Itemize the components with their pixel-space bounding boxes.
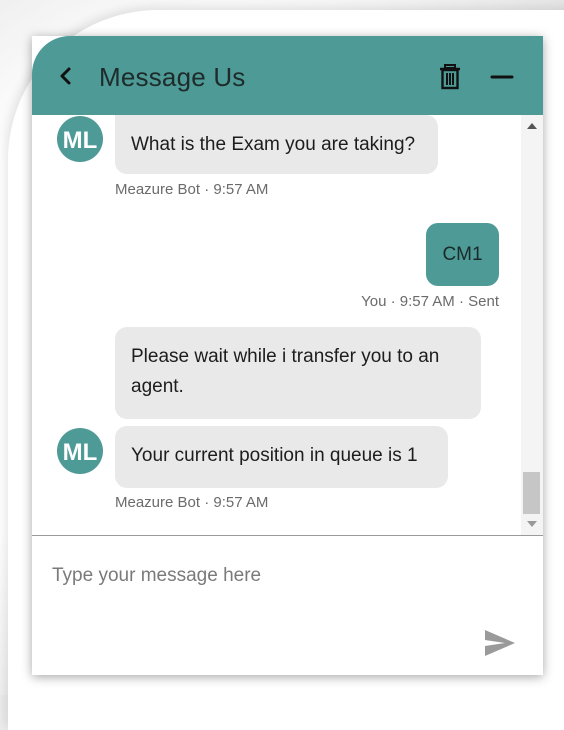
delete-conversation-button[interactable] [434, 61, 466, 93]
message-meta: Meazure Bot · 9:57 AM [115, 494, 269, 511]
user-message-bubble: CM1 [426, 223, 499, 286]
chat-widget: Message Us ML What is the Exam you are t… [32, 36, 543, 675]
message-list[interactable]: ML What is the Exam you are taking? Meaz… [32, 115, 521, 535]
message-text: What is the Exam you are taking? [131, 134, 416, 155]
back-button[interactable] [52, 62, 80, 90]
trash-icon [440, 64, 460, 90]
chat-title: Message Us [99, 62, 246, 92]
svg-text:ML: ML [63, 127, 98, 154]
chat-header: Message Us [32, 36, 543, 115]
message-scrollbar[interactable] [521, 115, 543, 535]
scroll-up-arrow[interactable] [527, 123, 537, 129]
message-meta: Meazure Bot · 9:57 AM [115, 181, 269, 198]
message-meta: You · 9:57 AM · Sent [361, 293, 499, 310]
bot-avatar-icon: ML [57, 116, 103, 162]
scroll-thumb[interactable] [523, 472, 540, 514]
minimize-icon [490, 75, 514, 79]
message-composer [32, 535, 543, 675]
bot-message-bubble: Your current position in queue is 1 [115, 426, 448, 488]
message-text: CM1 [442, 244, 483, 265]
scroll-down-arrow[interactable] [527, 521, 537, 527]
svg-text:ML: ML [63, 439, 98, 466]
chevron-left-icon [60, 67, 71, 85]
send-icon [485, 630, 515, 656]
bot-message-bubble: Please wait while i transfer you to an a… [115, 327, 481, 419]
bot-avatar-icon: ML [57, 428, 103, 474]
message-input[interactable] [52, 556, 472, 596]
message-text: Please wait while i transfer you to an a… [131, 346, 440, 397]
message-text: Your current position in queue is 1 [131, 445, 418, 466]
send-button[interactable] [483, 628, 517, 658]
bot-message-bubble: What is the Exam you are taking? [115, 115, 438, 174]
minimize-button[interactable] [485, 61, 517, 93]
